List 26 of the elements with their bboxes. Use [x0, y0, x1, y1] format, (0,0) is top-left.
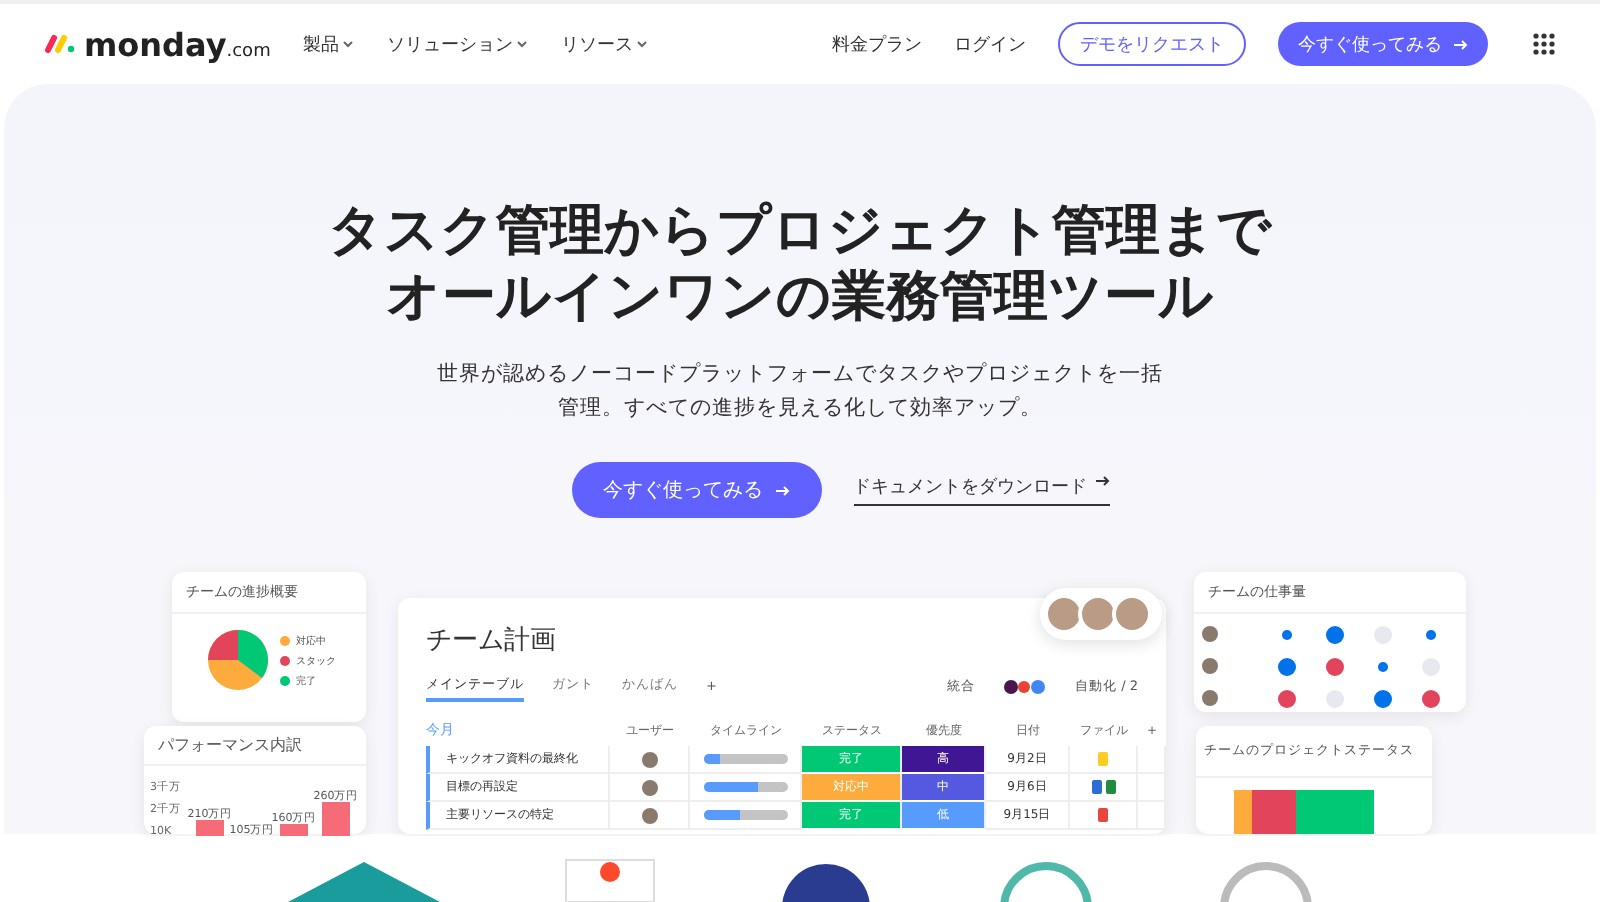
- pie-chart-drawing: [208, 630, 268, 690]
- arrow-right-icon: [1454, 37, 1468, 51]
- hero-start-button[interactable]: 今すぐ使ってみる: [571, 462, 821, 518]
- chevron-down-icon: [342, 38, 355, 50]
- stacked-bar-drawing: [1234, 790, 1374, 834]
- chevron-down-icon: [516, 38, 529, 50]
- nav-menu-item[interactable]: リソース: [560, 31, 649, 57]
- logo-icon: [44, 34, 76, 54]
- hero-title: タスク管理からプロジェクト管理まで オールインワンの業務管理ツール: [328, 198, 1272, 330]
- download-link[interactable]: ドキュメントをダウンロード: [853, 474, 1109, 506]
- card-title: パフォーマンス内訳: [144, 726, 366, 766]
- chart-bar: [322, 802, 350, 838]
- nav-link[interactable]: ログイン: [954, 31, 1026, 57]
- apps-grid-icon[interactable]: [1532, 32, 1556, 56]
- nav-link[interactable]: 料金プラン: [832, 31, 922, 57]
- nav-menu-item[interactable]: 製品: [302, 31, 355, 57]
- demo-request-button[interactable]: デモをリクエスト: [1058, 22, 1246, 66]
- board-title: チーム計画: [426, 624, 556, 658]
- chevron-down-icon: [636, 38, 649, 50]
- hero-subtitle: 世界が認めるノーコードプラットフォームでタスクやプロジェクトを一括 管理。すべての進捗を見える化して効率アップ。: [437, 360, 1163, 424]
- nav-menu-item[interactable]: ソリューション: [386, 31, 529, 57]
- start-button[interactable]: 今すぐ使ってみる: [1278, 22, 1488, 66]
- arrow-right-icon: [1095, 474, 1109, 488]
- arrow-right-icon: [775, 483, 789, 497]
- logo-wordmark[interactable]: monday.com: [84, 25, 271, 63]
- integration-icons: [1003, 679, 1048, 693]
